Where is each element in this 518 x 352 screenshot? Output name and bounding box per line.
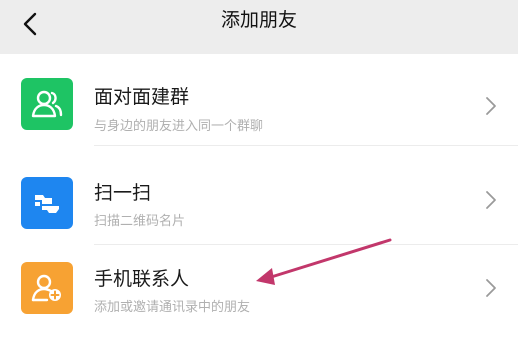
nav-header: 添加朋友 [0, 0, 518, 48]
add-friend-options: 面对面建群 与身边的朋友进入同一个群聊 扫一扫 扫描二维码名片 手机联系人 添加… [0, 54, 518, 352]
option-phone-contacts[interactable]: 手机联系人 添加或邀请通讯录中的朋友 [0, 252, 518, 344]
chevron-right-icon [486, 191, 496, 209]
scan-icon [21, 177, 73, 229]
option-label: 扫一扫 [94, 182, 152, 204]
page-title: 添加朋友 [220, 9, 297, 31]
option-subtitle: 添加或邀请通讯录中的朋友 [94, 300, 251, 315]
add-contact-icon [21, 262, 73, 314]
option-label: 手机联系人 [94, 268, 190, 290]
option-subtitle: 与身边的朋友进入同一个群聊 [94, 119, 264, 134]
divider [94, 244, 518, 245]
option-subtitle: 扫描二维码名片 [94, 214, 186, 229]
divider [94, 145, 518, 146]
option-scan[interactable]: 扫一扫 扫描二维码名片 [0, 154, 518, 246]
option-face-to-face-group[interactable]: 面对面建群 与身边的朋友进入同一个群聊 [0, 54, 518, 146]
option-label: 面对面建群 [94, 86, 190, 108]
chevron-right-icon [486, 279, 496, 297]
face-to-face-group-icon [21, 78, 73, 130]
chevron-right-icon [486, 97, 496, 115]
